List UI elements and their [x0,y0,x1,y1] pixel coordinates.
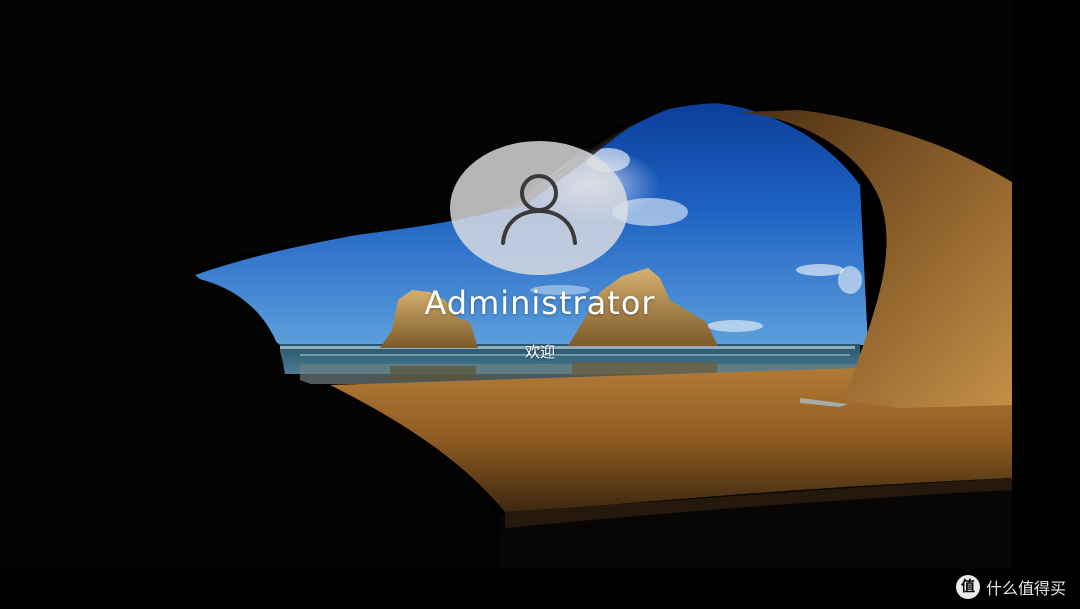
watermark: 值 什么值得买 [955,575,1066,599]
username-label: Administrator [424,284,656,322]
user-avatar [450,141,628,275]
login-screen: Administrator 欢迎 值 什么值得买 [0,0,1080,609]
watermark-text: 什么值得买 [985,579,1066,598]
welcome-status: 欢迎 [524,343,555,361]
user-icon [501,174,577,245]
logo-glyph: 值 [960,579,975,595]
smzdm-logo-icon: 值 [955,575,980,599]
